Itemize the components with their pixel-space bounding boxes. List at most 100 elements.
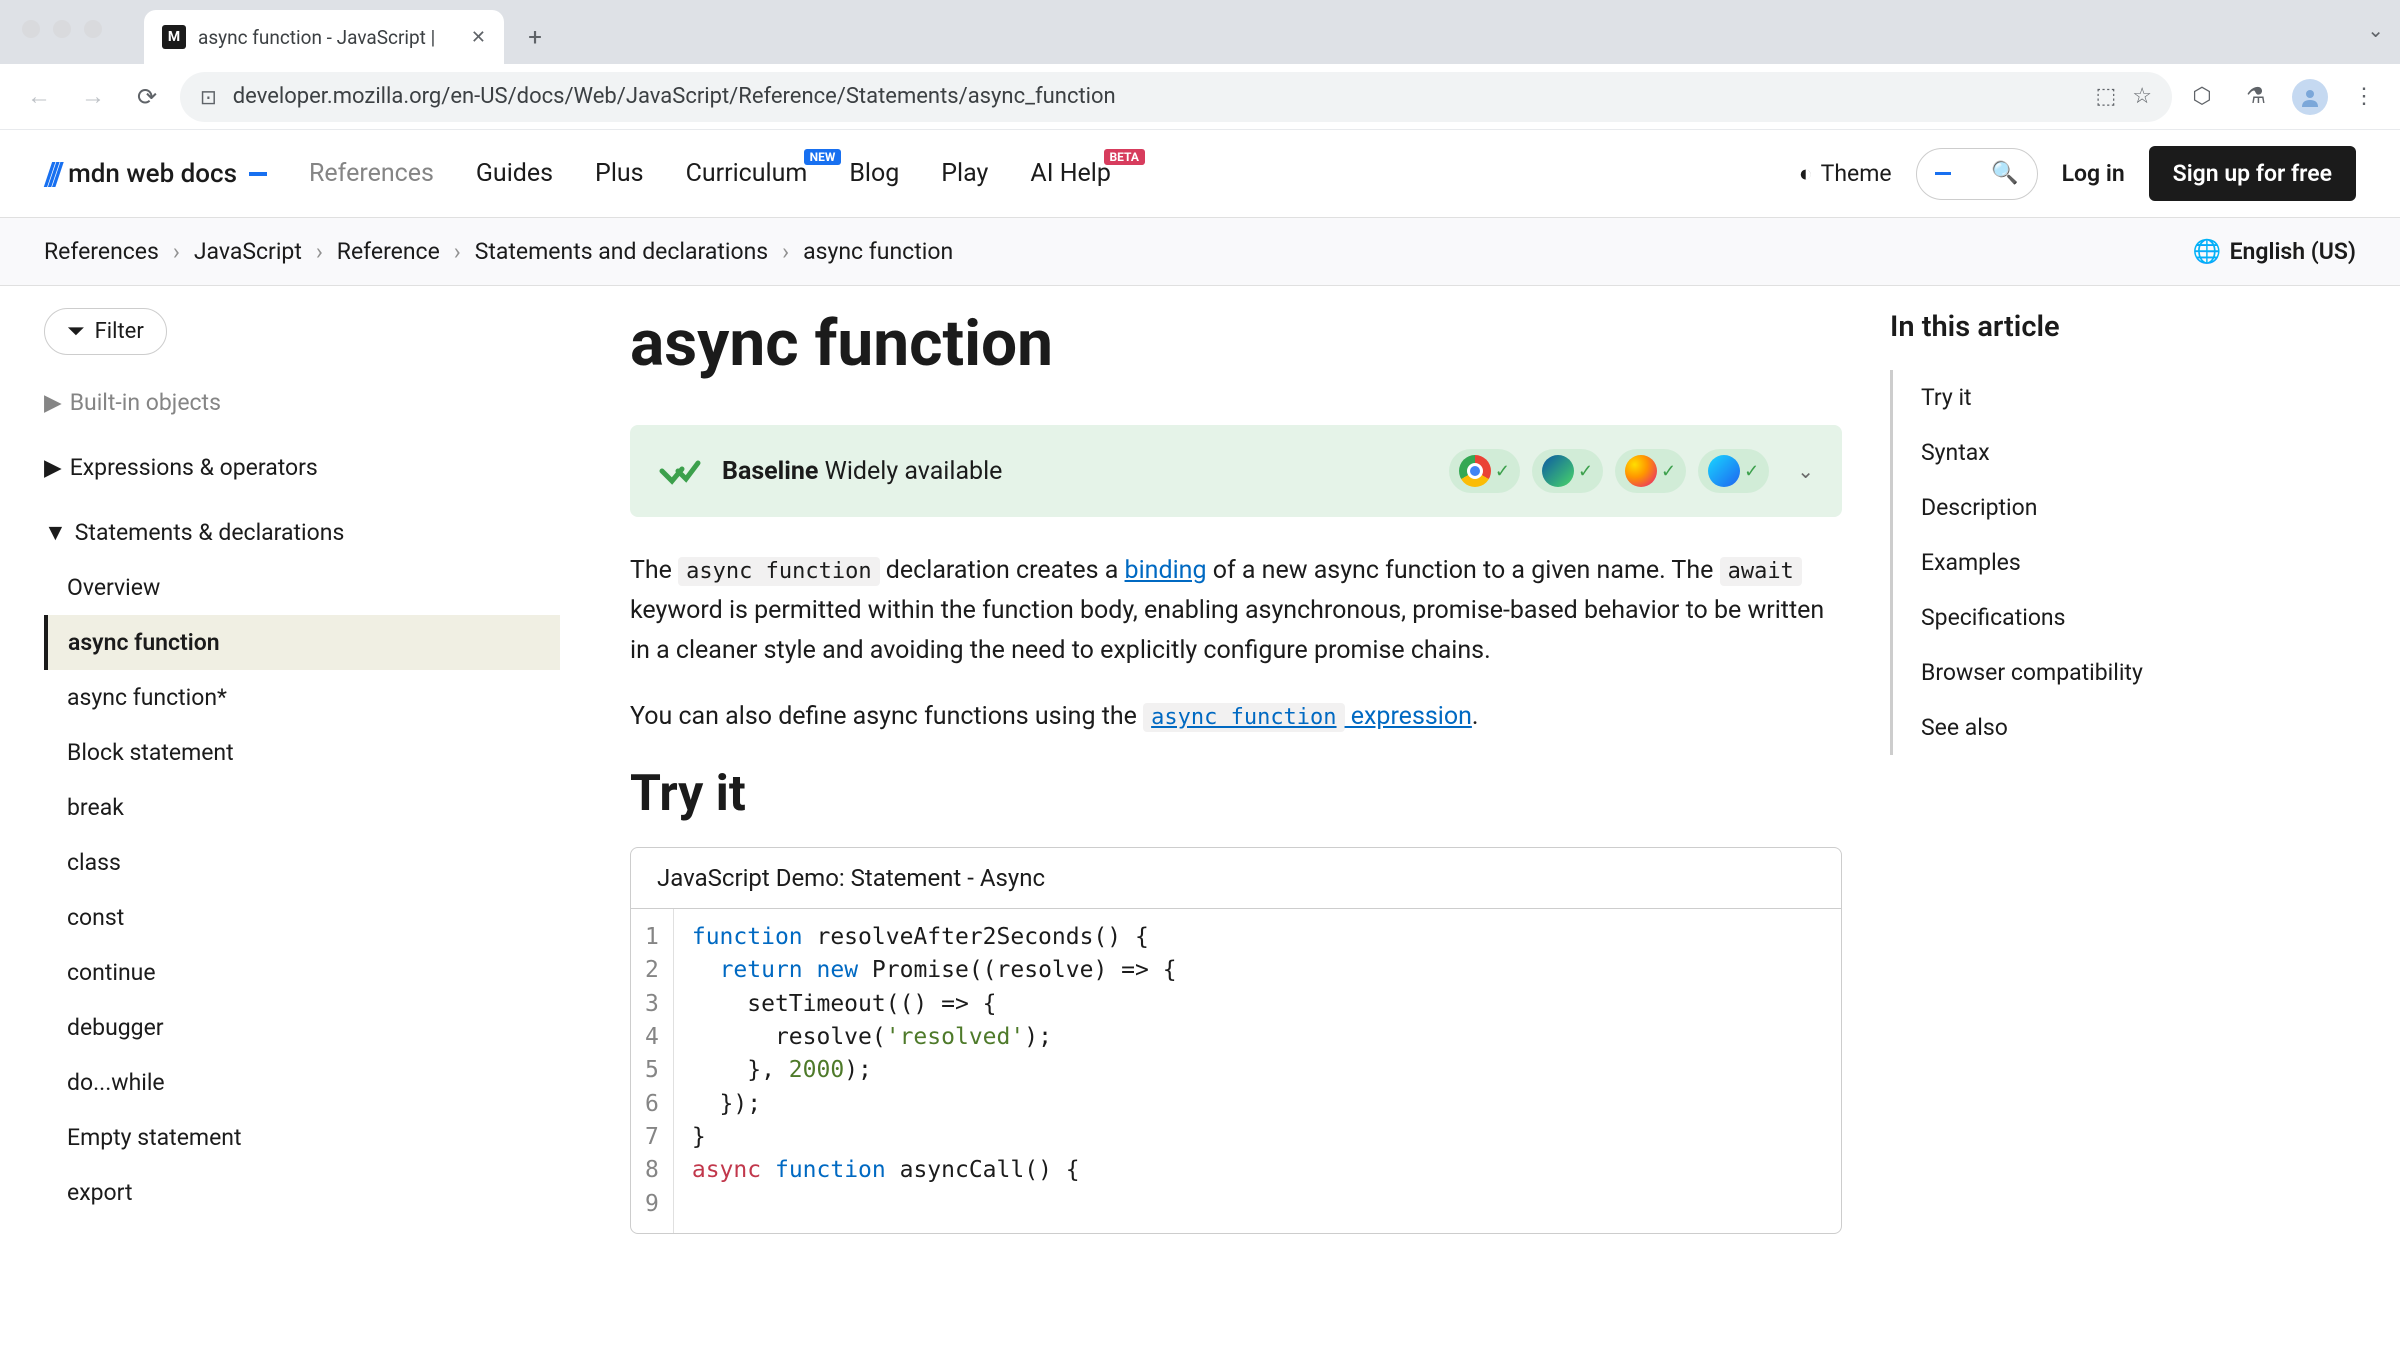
toc-item[interactable]: Description bbox=[1893, 480, 2260, 535]
toc-heading: In this article bbox=[1890, 310, 2260, 344]
toc-item[interactable]: Try it bbox=[1893, 370, 2260, 425]
signup-button[interactable]: Sign up for free bbox=[2149, 146, 2356, 201]
search-icon: 🔍 bbox=[1991, 161, 2018, 186]
breadcrumb-separator: › bbox=[782, 238, 789, 265]
address-bar-row: ← → ⟳ ⊡ developer.mozilla.org/en-US/docs… bbox=[0, 64, 2400, 130]
badge: BETA bbox=[1104, 149, 1145, 165]
close-tab-icon[interactable]: ✕ bbox=[471, 27, 486, 48]
labs-icon[interactable]: ⚗ bbox=[2238, 79, 2274, 115]
toc-item[interactable]: See also bbox=[1893, 700, 2260, 755]
mdn-header: /// mdn web docs References Guides Plus Cur… bbox=[0, 130, 2400, 218]
window-close[interactable] bbox=[22, 20, 40, 38]
chrome-icon bbox=[1459, 455, 1491, 487]
toc-item[interactable]: Browser compatibility bbox=[1893, 645, 2260, 700]
intro-paragraph-1: The async function declaration creates a… bbox=[630, 551, 1842, 671]
nav-link-guides[interactable]: Guides bbox=[476, 159, 553, 188]
filter-button[interactable]: ⏷ Filter bbox=[44, 308, 167, 355]
mdn-logo-text: mdn web docs bbox=[68, 159, 237, 189]
sidebar-section-heading[interactable]: ▶ Expressions & operators bbox=[44, 440, 560, 495]
disclosure-icon: ▼ bbox=[44, 519, 67, 546]
firefox-icon bbox=[1625, 455, 1657, 487]
sidebar-item[interactable]: debugger bbox=[44, 1000, 560, 1055]
login-link[interactable]: Log in bbox=[2062, 160, 2125, 187]
language-label: English (US) bbox=[2230, 238, 2356, 265]
main-nav: References Guides Plus CurriculumNEW Blog Pla… bbox=[309, 159, 1111, 188]
site-settings-icon[interactable]: ⊡ bbox=[200, 85, 217, 109]
new-tab-button[interactable]: + bbox=[514, 16, 556, 58]
favicon: M bbox=[162, 25, 186, 49]
sidebar-item[interactable]: async function bbox=[44, 615, 560, 670]
check-icon: ✓ bbox=[1495, 461, 1510, 482]
search-input[interactable]: 🔍 bbox=[1916, 148, 2038, 200]
nav-link-blog[interactable]: Blog bbox=[849, 159, 899, 188]
sidebar-section-heading[interactable]: ▼ Statements & declarations bbox=[44, 505, 560, 560]
toc-item[interactable]: Syntax bbox=[1893, 425, 2260, 480]
breadcrumb-item[interactable]: Statements and declarations bbox=[475, 238, 768, 265]
sidebar-item[interactable]: break bbox=[44, 780, 560, 835]
code-demo: JavaScript Demo: Statement - Async 12345… bbox=[630, 847, 1842, 1234]
safari-support: ✓ bbox=[1698, 449, 1769, 493]
intro-paragraph-2: You can also define async functions usin… bbox=[630, 697, 1842, 737]
link-async-function-expression[interactable]: async function expression bbox=[1143, 702, 1472, 731]
disclosure-icon: ▶ bbox=[44, 454, 62, 481]
expand-baseline-icon[interactable]: ⌄ bbox=[1797, 459, 1814, 483]
language-selector[interactable]: 🌐 English (US) bbox=[2193, 238, 2356, 265]
check-icon: ✓ bbox=[1661, 461, 1676, 482]
window-maximize[interactable] bbox=[84, 20, 102, 38]
breadcrumb-item[interactable]: References bbox=[44, 238, 159, 265]
sidebar-item[interactable]: Block statement bbox=[44, 725, 560, 780]
sidebar-item[interactable]: continue bbox=[44, 945, 560, 1000]
firefox-support: ✓ bbox=[1615, 449, 1686, 493]
tabs-dropdown-icon[interactable]: ⌄ bbox=[2367, 18, 2384, 42]
toc-item[interactable]: Specifications bbox=[1893, 590, 2260, 645]
back-button[interactable]: ← bbox=[18, 76, 60, 118]
sidebar-item[interactable]: const bbox=[44, 890, 560, 945]
sidebar-section-heading[interactable]: ▶ Built-in objects bbox=[44, 375, 560, 430]
toc-item[interactable]: Examples bbox=[1893, 535, 2260, 590]
browser-tab-strip: M async function - JavaScript | ✕ + ⌄ bbox=[0, 0, 2400, 64]
nav-link-ai-help[interactable]: AI HelpBETA bbox=[1030, 159, 1111, 188]
baseline-text: Baseline Widely available bbox=[722, 457, 1429, 486]
edge-icon bbox=[1542, 455, 1574, 487]
tryit-heading: Try it bbox=[630, 765, 1842, 823]
baseline-check-icon bbox=[658, 455, 702, 487]
extensions-icon[interactable]: ⬡ bbox=[2184, 79, 2220, 115]
address-bar[interactable]: ⊡ developer.mozilla.org/en-US/docs/Web/J… bbox=[180, 72, 2172, 122]
tab-title: async function - JavaScript | bbox=[198, 26, 459, 49]
sidebar-item[interactable]: do...while bbox=[44, 1055, 560, 1110]
link-binding[interactable]: binding bbox=[1125, 556, 1207, 585]
nav-link-references[interactable]: References bbox=[309, 159, 434, 188]
mdn-logo[interactable]: /// mdn web docs bbox=[44, 155, 267, 193]
filter-label: Filter bbox=[95, 319, 144, 344]
window-minimize[interactable] bbox=[53, 20, 71, 38]
breadcrumb-item[interactable]: async function bbox=[803, 238, 953, 265]
browser-tab[interactable]: M async function - JavaScript | ✕ bbox=[144, 10, 504, 64]
toc: In this article Try itSyntaxDescriptionE… bbox=[1890, 286, 2300, 1350]
sidebar-item[interactable]: export bbox=[44, 1165, 560, 1220]
toolbar-right: ⬡ ⚗ ⋮ bbox=[2184, 79, 2382, 115]
sidebar-item[interactable]: async function* bbox=[44, 670, 560, 725]
reload-button[interactable]: ⟳ bbox=[126, 76, 168, 118]
check-icon: ✓ bbox=[1578, 461, 1593, 482]
code-editor[interactable]: 123456789 function resolveAfter2Seconds(… bbox=[631, 909, 1841, 1233]
nav-link-curriculum[interactable]: CurriculumNEW bbox=[686, 159, 808, 188]
sidebar-item[interactable]: Empty statement bbox=[44, 1110, 560, 1165]
sidebar-item[interactable]: Overview bbox=[44, 560, 560, 615]
bookmark-icon[interactable]: ☆ bbox=[2132, 84, 2152, 109]
theme-toggle[interactable]: ◐ Theme bbox=[1799, 160, 1892, 187]
forward-button[interactable]: → bbox=[72, 76, 114, 118]
breadcrumb-item[interactable]: JavaScript bbox=[194, 238, 302, 265]
edge-support: ✓ bbox=[1532, 449, 1603, 493]
chrome-menu-icon[interactable]: ⋮ bbox=[2346, 79, 2382, 115]
nav-link-play[interactable]: Play bbox=[941, 159, 988, 188]
window-controls bbox=[22, 20, 102, 38]
toc-list: Try itSyntaxDescriptionExamplesSpecifica… bbox=[1890, 370, 2260, 755]
sidebar-item[interactable]: class bbox=[44, 835, 560, 890]
breadcrumb-item[interactable]: Reference bbox=[337, 238, 440, 265]
install-app-icon[interactable]: ⬚ bbox=[2095, 84, 2116, 109]
nav-link-plus[interactable]: Plus bbox=[595, 159, 644, 188]
baseline-strong: Baseline bbox=[722, 457, 818, 486]
breadcrumb-separator: › bbox=[316, 238, 323, 265]
profile-avatar[interactable] bbox=[2292, 79, 2328, 115]
chrome-support: ✓ bbox=[1449, 449, 1520, 493]
